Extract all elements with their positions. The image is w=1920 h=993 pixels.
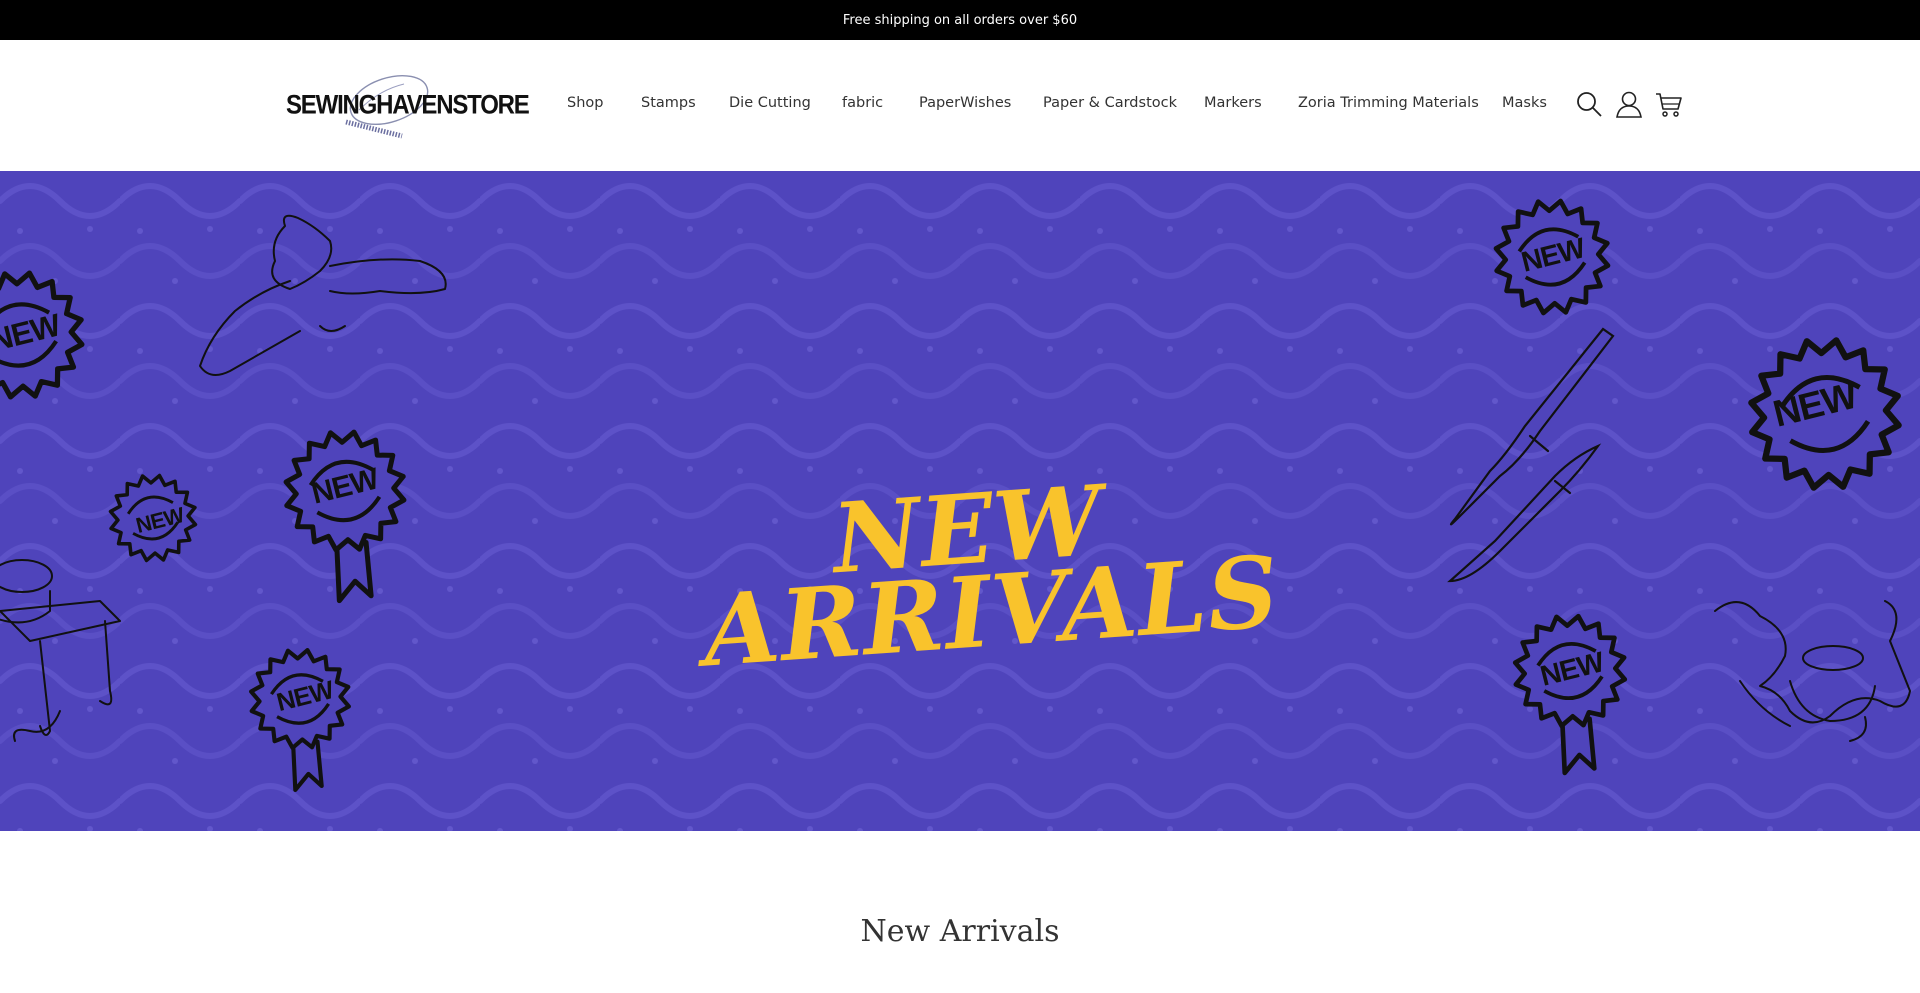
nav-item-die-cutting[interactable]: Die Cutting <box>729 95 811 111</box>
hero-banner[interactable]: NEW ARRIVALS NEW NEW NEW NEW NEW NEW NEW <box>0 171 1920 831</box>
nav-item-masks[interactable]: Masks <box>1502 95 1547 111</box>
nav-item-paperwishes[interactable]: PaperWishes <box>919 95 1011 111</box>
nav-item-fabric[interactable]: fabric <box>842 95 883 111</box>
nav-item-shop[interactable]: Shop <box>567 95 603 111</box>
nav-item-stamps[interactable]: Stamps <box>641 95 696 111</box>
site-header: SEWINGHAVENSTORE Shop Stamps Die Cutting… <box>0 40 1920 171</box>
announcement-text: Free shipping on all orders over $60 <box>842 12 1078 28</box>
section-title: New Arrivals <box>860 914 1060 949</box>
nav-item-zoria-trimming-materials[interactable]: Zoria Trimming Materials <box>1298 95 1479 111</box>
cart-icon[interactable] <box>1655 90 1683 118</box>
hero-title-line-2: ARRIVALS <box>699 534 1284 690</box>
nav-item-paper-cardstock[interactable]: Paper & Cardstock <box>1043 95 1177 111</box>
account-icon[interactable] <box>1615 90 1643 118</box>
announcement-bar: Free shipping on all orders over $60 <box>0 0 1920 40</box>
nav-item-markers[interactable]: Markers <box>1204 95 1262 111</box>
search-icon[interactable] <box>1575 90 1603 118</box>
